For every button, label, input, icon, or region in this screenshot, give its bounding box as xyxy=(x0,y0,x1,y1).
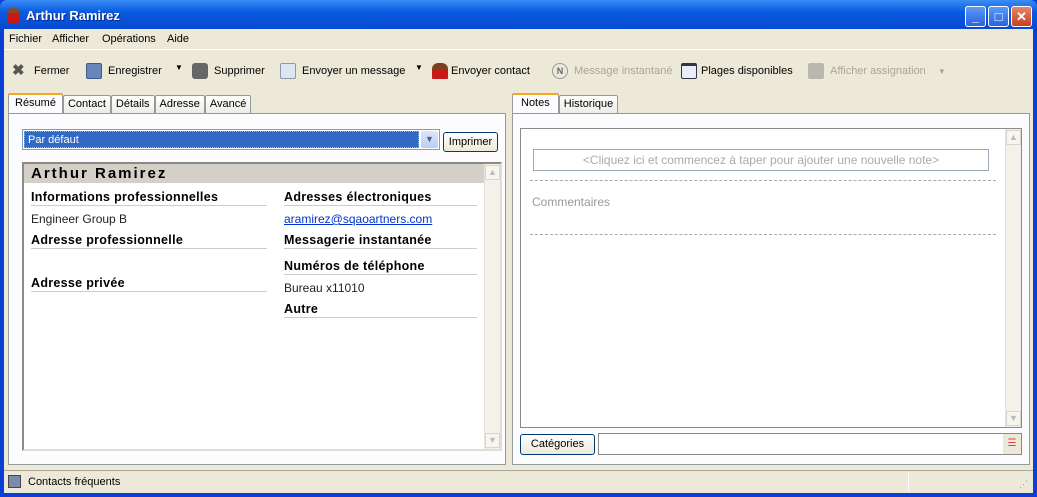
im-bubble-icon: N xyxy=(552,63,568,79)
view-select[interactable]: Par défaut ▼ xyxy=(22,129,440,150)
scrollbar[interactable]: ▲ ▼ xyxy=(1005,129,1021,427)
tab-details[interactable]: Détails xyxy=(110,95,155,114)
scroll-up-button[interactable]: ▲ xyxy=(1006,130,1021,145)
title-bar: Arthur Ramirez _ □ ✕ xyxy=(0,0,1037,30)
menu-afficher[interactable]: Afficher xyxy=(52,33,89,45)
view-select-value: Par défaut xyxy=(24,131,419,148)
phones-heading: Numéros de téléphone xyxy=(284,259,477,275)
category-list-icon[interactable]: ☰ xyxy=(1003,434,1021,454)
tab-notes[interactable]: Notes xyxy=(512,93,559,114)
notes-area: <Cliquez ici et commencez à taper pour a… xyxy=(520,128,1022,428)
divider xyxy=(530,180,996,181)
save-dropdown[interactable]: ▼ xyxy=(175,63,183,72)
new-note-input[interactable]: <Cliquez ici et commencez à taper pour a… xyxy=(533,149,989,171)
contact-card-icon xyxy=(432,63,448,79)
tab-adresse[interactable]: Adresse xyxy=(154,95,205,114)
send-message-dropdown[interactable]: ▼ xyxy=(415,63,423,72)
menu-fichier[interactable]: Fichier xyxy=(9,33,42,45)
minimize-button[interactable]: _ xyxy=(965,6,986,27)
categories-button[interactable]: Catégories xyxy=(520,434,595,455)
print-button[interactable]: Imprimer xyxy=(443,132,498,152)
phone-value: Bureau x11010 xyxy=(284,281,365,295)
business-info-heading: Informations professionnelles xyxy=(31,190,267,206)
send-message-button[interactable]: Envoyer un message xyxy=(280,63,405,79)
window-title: Arthur Ramirez xyxy=(26,8,120,23)
close-window-button[interactable]: ✕ xyxy=(1011,6,1032,27)
show-assignment-button[interactable]: Afficher assignation ▼ xyxy=(808,63,946,79)
trash-icon xyxy=(192,63,208,79)
contact-icon xyxy=(8,8,19,23)
chevron-down-icon: ▼ xyxy=(937,66,946,76)
right-tab-strip: Notes Historique xyxy=(512,93,619,114)
status-divider xyxy=(908,473,909,491)
chevron-down-icon: ▼ xyxy=(415,63,423,72)
left-tab-strip: Résumé Contact Détails Adresse Avancé xyxy=(8,93,252,114)
contact-name-header: Arthur Ramirez xyxy=(24,164,484,183)
email-link[interactable]: aramirez@sqaoartners.com xyxy=(284,212,432,226)
scroll-up-button[interactable]: ▲ xyxy=(485,165,500,180)
tab-avance[interactable]: Avancé xyxy=(204,95,252,114)
menu-operations[interactable]: Opérations xyxy=(102,33,156,45)
calendar-search-icon xyxy=(681,63,697,79)
company-value: Engineer Group B xyxy=(31,212,128,226)
tab-resume[interactable]: Résumé xyxy=(8,93,63,114)
emails-heading: Adresses électroniques xyxy=(284,190,477,206)
other-heading: Autre xyxy=(284,302,477,318)
address-book-icon xyxy=(8,475,21,488)
scroll-down-button[interactable]: ▼ xyxy=(485,433,500,448)
chevron-down-icon[interactable]: ▼ xyxy=(421,131,438,148)
floppy-icon xyxy=(86,63,102,79)
send-contact-button[interactable]: Envoyer contact xyxy=(432,63,530,79)
save-button[interactable]: Enregistrer xyxy=(86,63,162,79)
notes-panel: <Cliquez ici et commencez à taper pour a… xyxy=(512,113,1030,465)
instant-message-button[interactable]: N Message instantané xyxy=(552,63,672,79)
menu-aide[interactable]: Aide xyxy=(167,33,189,45)
delete-button[interactable]: Supprimer xyxy=(192,63,265,79)
comments-label[interactable]: Commentaires xyxy=(532,195,610,209)
home-address-heading: Adresse privée xyxy=(31,276,267,292)
tab-historique[interactable]: Historique xyxy=(558,95,619,114)
im-heading: Messagerie instantanée xyxy=(284,233,477,249)
resize-grip[interactable]: ⋰ xyxy=(1019,479,1028,490)
window-body: Fichier Afficher Opérations Aide ✖ Fermer… xyxy=(4,29,1033,493)
toolbar: ✖ Fermer Enregistrer ▼ Supprimer Envoyer … xyxy=(4,49,1033,89)
envelope-icon xyxy=(280,63,296,79)
status-bar: Contacts fréquents ⋰ xyxy=(4,470,1033,493)
x-icon: ✖ xyxy=(12,62,25,79)
close-button[interactable]: ✖ Fermer xyxy=(12,63,69,79)
status-text: Contacts fréquents xyxy=(28,476,121,488)
business-address-heading: Adresse professionnelle xyxy=(31,233,267,249)
availability-button[interactable]: Plages disponibles xyxy=(681,63,793,79)
scroll-down-button[interactable]: ▼ xyxy=(1006,411,1021,426)
tab-contact[interactable]: Contact xyxy=(62,95,111,114)
summary-panel: Par défaut ▼ Imprimer Arthur Ramirez Inf… xyxy=(8,113,506,465)
categories-field[interactable]: ☰ xyxy=(598,433,1022,455)
chevron-down-icon: ▼ xyxy=(175,63,183,72)
maximize-button[interactable]: □ xyxy=(988,6,1009,27)
divider xyxy=(530,234,996,235)
scrollbar[interactable]: ▲ ▼ xyxy=(484,164,500,449)
assignment-icon xyxy=(808,63,824,79)
summary-view: Arthur Ramirez Informations professionne… xyxy=(22,162,502,451)
